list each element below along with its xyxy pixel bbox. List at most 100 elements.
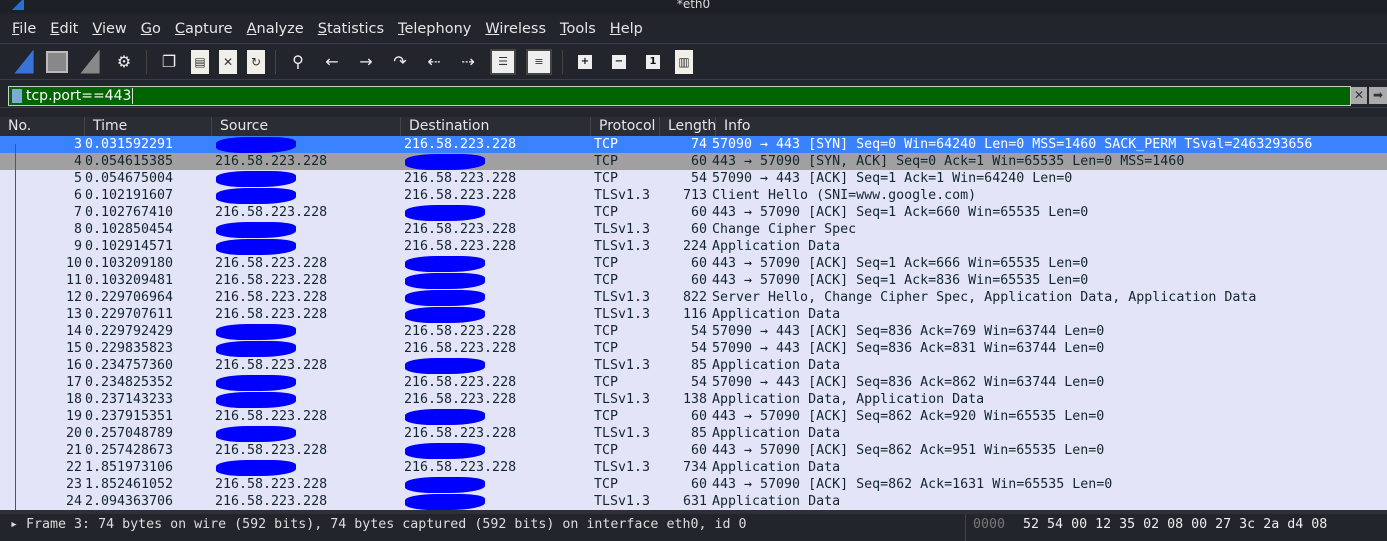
packet-proto: TLSv1.3 — [594, 494, 651, 509]
packet-dst: 216.58.223.228 — [404, 426, 517, 441]
packet-dst: 216.58.223.228 — [404, 392, 517, 407]
capture-options-icon[interactable]: ⚙ — [112, 50, 136, 74]
display-filter-input[interactable]: tcp.port==443 — [8, 86, 1351, 106]
redaction-mark — [405, 307, 485, 323]
packet-row[interactable]: 20 0.257048789 216.58.223.228 TLSv1.3 85 Appl… — [0, 425, 1387, 442]
open-file-icon[interactable]: ❐ — [157, 50, 181, 74]
packet-row[interactable]: 24 2.094363706 216.58.223.228 TLSv1.3 631 App… — [0, 493, 1387, 510]
packet-row[interactable]: 19 0.237915351 216.58.223.228 TCP 60 443 → 57… — [0, 408, 1387, 425]
stop-capture-icon[interactable] — [46, 50, 68, 73]
packet-info: 443 → 57090 [ACK] Seq=1 Ack=666 Win=6553… — [712, 256, 1089, 271]
packet-row[interactable]: 10 0.103209180 216.58.223.228 TCP 60 443 → 57… — [0, 255, 1387, 272]
packet-row[interactable]: 3 0.031592291 216.58.223.228 TCP 74 57090 → 4… — [0, 136, 1387, 153]
menu-view[interactable]: View — [90, 21, 128, 37]
file-info-icon[interactable]: ▤ — [191, 49, 209, 74]
packet-row[interactable]: 17 0.234825352 216.58.223.228 TCP 54 57090 → … — [0, 374, 1387, 391]
auto-scroll-icon[interactable]: ☰ — [490, 48, 516, 75]
frame-summary[interactable]: ▸ Frame 3: 74 bytes on wire (592 bits), … — [10, 517, 747, 532]
column-header-destination[interactable]: Destination — [401, 117, 591, 136]
packet-row[interactable]: 4 0.054615385 216.58.223.228 TCP 60 443 → 570… — [0, 153, 1387, 170]
packet-row[interactable]: 14 0.229792429 216.58.223.228 TCP 54 57090 → … — [0, 323, 1387, 340]
packet-row[interactable]: 9 0.102914571 216.58.223.228 TLSv1.3 224 Appl… — [0, 238, 1387, 255]
column-header-info[interactable]: Info — [716, 117, 1387, 136]
hex-offset: 0000 — [973, 517, 1006, 532]
column-header-length[interactable]: Length — [660, 117, 716, 136]
packet-row[interactable]: 21 0.257428673 216.58.223.228 TCP 60 443 → 57… — [0, 442, 1387, 459]
column-header-no[interactable]: No. — [0, 117, 85, 136]
packet-len: 734 — [682, 460, 707, 475]
apply-filter-icon[interactable]: ➡ — [1369, 87, 1387, 104]
packet-dst — [401, 204, 591, 221]
packet-no: 18 — [65, 392, 82, 407]
go-forward-icon[interactable]: → — [354, 50, 378, 74]
redaction-mark — [216, 426, 296, 442]
zoom-out-icon[interactable]: − — [612, 54, 626, 69]
packet-len: 60 — [690, 477, 707, 492]
packet-info: Application Data — [712, 460, 841, 475]
packet-time: 1.852461052 — [85, 477, 174, 492]
clear-filter-icon[interactable]: ✕ — [1351, 87, 1367, 104]
find-packet-icon[interactable]: ⚲ — [286, 50, 310, 74]
packet-row[interactable]: 6 0.102191607 216.58.223.228 TLSv1.3 713 Clie… — [0, 187, 1387, 204]
redaction-mark — [405, 477, 485, 493]
bookmark-icon[interactable] — [12, 89, 22, 103]
packet-row[interactable]: 22 1.851973106 216.58.223.228 TLSv1.3 734 App… — [0, 459, 1387, 476]
resize-columns-icon[interactable]: ▥ — [675, 49, 693, 74]
last-packet-icon[interactable]: ⇢ — [456, 50, 480, 74]
packet-row[interactable]: 16 0.234757360 216.58.223.228 TLSv1.3 85 Appl… — [0, 357, 1387, 374]
start-capture-icon[interactable] — [14, 49, 34, 74]
packet-no: 19 — [65, 409, 82, 424]
packet-time: 0.102850454 — [85, 222, 174, 237]
filter-text[interactable]: tcp.port==443 — [26, 88, 134, 104]
menu-capture[interactable]: Capture — [173, 21, 235, 37]
packet-list[interactable]: 3 0.031592291 216.58.223.228 TCP 74 57090 → 4… — [0, 136, 1387, 510]
restart-capture-icon[interactable] — [80, 49, 100, 74]
packet-row[interactable]: 15 0.229835823 216.58.223.228 TCP 54 57090 → … — [0, 340, 1387, 357]
packet-row[interactable]: 23 1.852461052 216.58.223.228 TCP 60 443 → 57… — [0, 476, 1387, 493]
go-back-icon[interactable]: ← — [320, 50, 344, 74]
packet-src — [212, 340, 401, 357]
reload-file-icon[interactable]: ↻ — [247, 49, 265, 74]
menu-tools[interactable]: Tools — [558, 21, 598, 37]
column-header-protocol[interactable]: Protocol — [591, 117, 660, 136]
packet-proto: TLSv1.3 — [594, 426, 651, 441]
packet-row[interactable]: 8 0.102850454 216.58.223.228 TLSv1.3 60 Chang… — [0, 221, 1387, 238]
packet-row[interactable]: 7 0.102767410 216.58.223.228 TCP 60 443 → 570… — [0, 204, 1387, 221]
toolbar-separator — [146, 49, 147, 74]
column-header-time[interactable]: Time — [85, 117, 212, 136]
menu-analyze[interactable]: Analyze — [245, 21, 306, 37]
menu-wireless[interactable]: Wireless — [483, 21, 548, 37]
colorize-icon[interactable]: ≡ — [526, 48, 552, 75]
menu-edit[interactable]: Edit — [48, 21, 80, 37]
main-toolbar: ⚙ ❐ ▤ ✕ ↻ ⚲ ← → ↷ ⇠ ⇢ ☰ ≡ + − 1 ▥ — [0, 44, 1387, 80]
hex-bytes: 52 54 00 12 35 02 08 00 27 3c 2a d4 08 — [1023, 517, 1328, 532]
go-to-packet-icon[interactable]: ↷ — [388, 50, 412, 74]
packet-row[interactable]: 11 0.103209481 216.58.223.228 TCP 60 443 → 57… — [0, 272, 1387, 289]
packet-len: 138 — [682, 392, 707, 407]
menu-help[interactable]: Help — [608, 21, 645, 37]
packet-row[interactable]: 12 0.229706964 216.58.223.228 TLSv1.3 822 Ser… — [0, 289, 1387, 306]
packet-proto: TLSv1.3 — [594, 392, 651, 407]
menu-telephony[interactable]: Telephony — [396, 21, 473, 37]
packet-info: Application Data — [712, 307, 841, 322]
packet-row[interactable]: 5 0.054675004 216.58.223.228 TCP 54 57090 → 4… — [0, 170, 1387, 187]
packet-time: 0.031592291 — [85, 137, 174, 152]
menu-file[interactable]: File — [10, 21, 38, 37]
packet-row[interactable]: 18 0.237143233 216.58.223.228 TLSv1.3 138 App… — [0, 391, 1387, 408]
packet-dst: 216.58.223.228 — [404, 375, 517, 390]
column-header-source[interactable]: Source — [212, 117, 401, 136]
normal-size-icon[interactable]: 1 — [646, 54, 660, 69]
packet-time: 2.094363706 — [85, 494, 174, 509]
packet-row[interactable]: 13 0.229707611 216.58.223.228 TLSv1.3 116 App… — [0, 306, 1387, 323]
packet-proto: TCP — [594, 477, 619, 492]
first-packet-icon[interactable]: ⇠ — [422, 50, 446, 74]
packet-time: 0.102914571 — [85, 239, 174, 254]
zoom-in-icon[interactable]: + — [578, 54, 592, 69]
redaction-mark — [405, 409, 485, 425]
redaction-mark — [216, 137, 296, 153]
packet-dst: 216.58.223.228 — [404, 188, 517, 203]
packet-len: 60 — [690, 205, 707, 220]
close-file-icon[interactable]: ✕ — [219, 49, 237, 74]
menu-go[interactable]: Go — [139, 21, 163, 37]
menu-statistics[interactable]: Statistics — [316, 21, 386, 37]
